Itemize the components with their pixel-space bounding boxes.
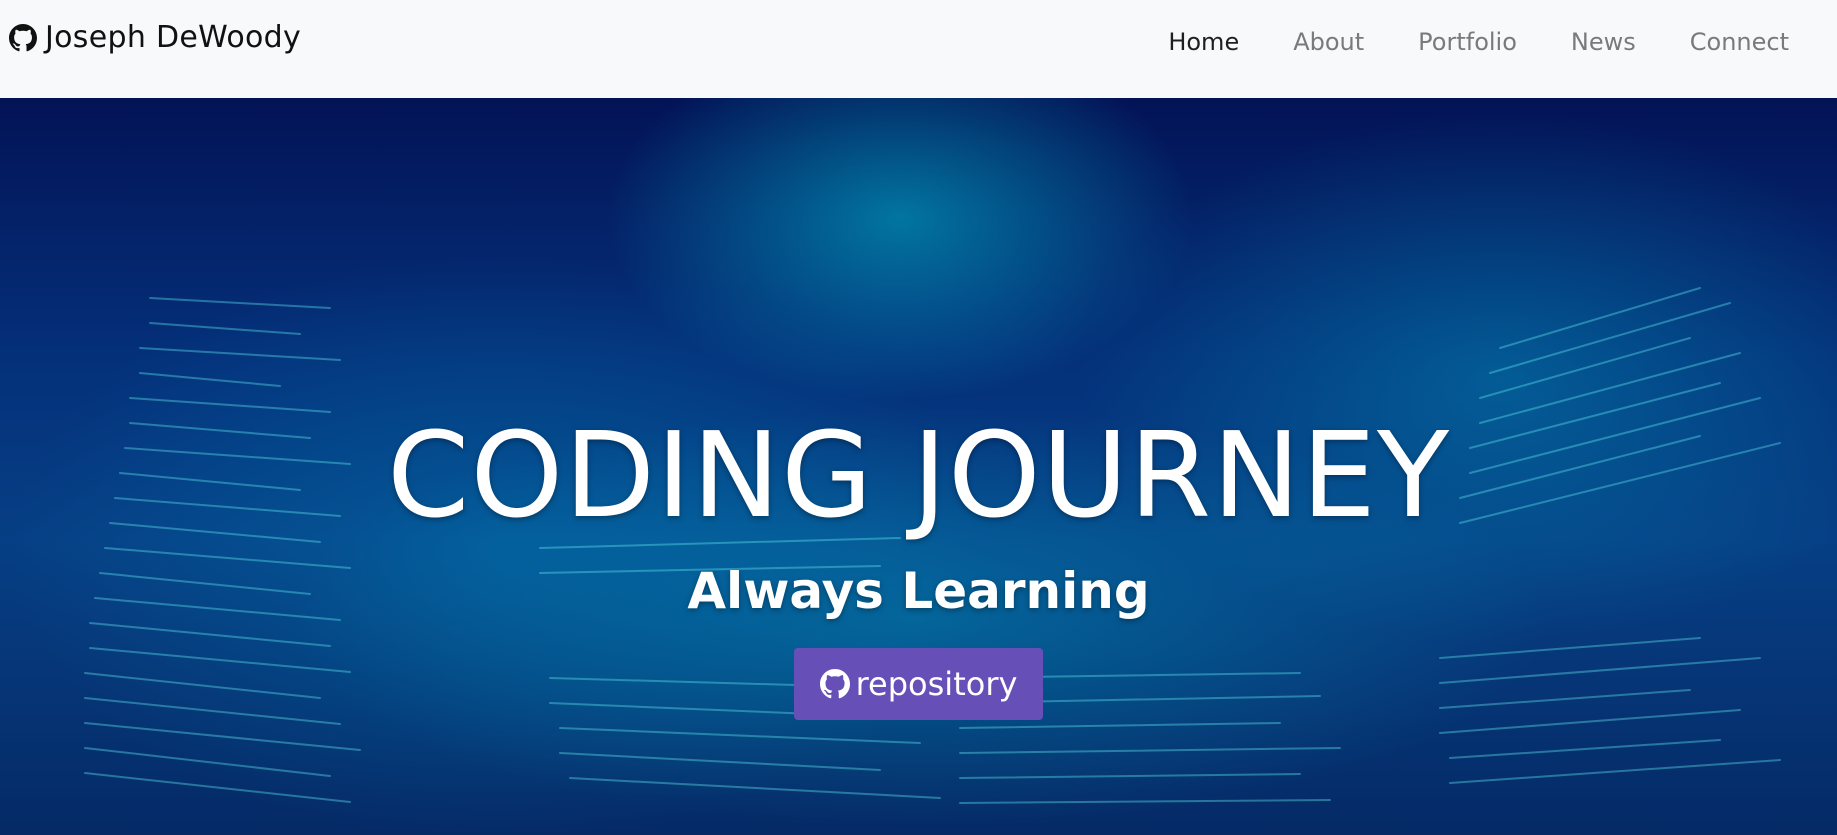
github-icon [819, 669, 850, 699]
hero-content: CODING JOURNEY Always Learning repositor… [0, 416, 1837, 720]
hero-subtitle: Always Learning [687, 562, 1150, 620]
nav-home[interactable]: Home [1168, 28, 1239, 56]
repository-button[interactable]: repository [793, 648, 1044, 720]
repository-button-label: repository [855, 665, 1018, 703]
main-nav: Home About Portfolio News Connect [1168, 28, 1789, 56]
brand-name: Joseph DeWoody [45, 20, 302, 55]
nav-connect[interactable]: Connect [1690, 28, 1789, 56]
nav-about[interactable]: About [1293, 28, 1364, 56]
nav-news[interactable]: News [1571, 28, 1636, 56]
github-icon [9, 23, 37, 52]
nav-portfolio[interactable]: Portfolio [1418, 28, 1517, 56]
hero-section: CODING JOURNEY Always Learning repositor… [0, 98, 1837, 835]
hero-title: CODING JOURNEY [386, 406, 1451, 544]
navbar: Joseph DeWoody Home About Portfolio News… [0, 0, 1837, 98]
brand-link[interactable]: Joseph DeWoody [9, 20, 301, 55]
